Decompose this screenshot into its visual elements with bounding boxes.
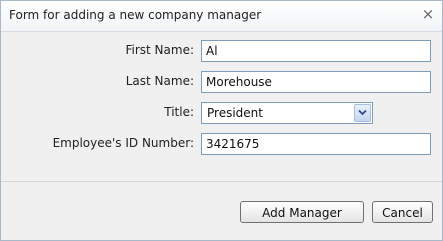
add-manager-dialog: Form for adding a new company manager × … bbox=[0, 0, 443, 241]
last-name-field[interactable] bbox=[201, 71, 431, 93]
first-name-label: First Name: bbox=[125, 43, 194, 57]
employee-id-label: Employee's ID Number: bbox=[52, 136, 194, 150]
employee-id-field[interactable] bbox=[201, 133, 431, 155]
chevron-down-icon[interactable] bbox=[354, 104, 371, 122]
close-icon[interactable]: × bbox=[420, 5, 436, 23]
title-select[interactable]: President bbox=[201, 102, 373, 124]
title-label: Title: bbox=[164, 105, 194, 119]
form-body: First Name: Last Name: Title: President … bbox=[1, 32, 442, 180]
last-name-label: Last Name: bbox=[125, 74, 194, 88]
dialog-title: Form for adding a new company manager bbox=[9, 8, 262, 22]
first-name-field[interactable] bbox=[201, 40, 431, 62]
add-manager-button[interactable]: Add Manager bbox=[240, 201, 364, 223]
cancel-button[interactable]: Cancel bbox=[372, 201, 433, 223]
title-select-value: President bbox=[207, 106, 263, 120]
dialog-titlebar: Form for adding a new company manager × bbox=[1, 1, 442, 32]
